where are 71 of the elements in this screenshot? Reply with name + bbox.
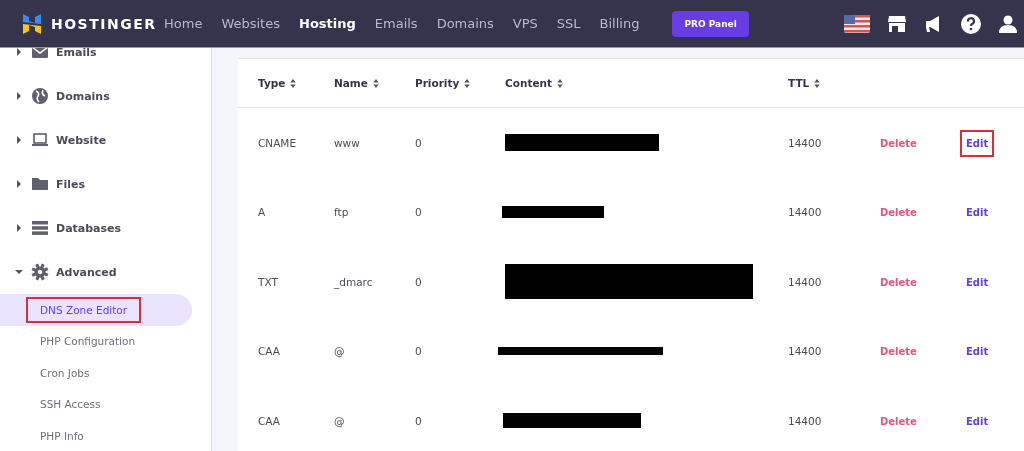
table-cell-text: @: [334, 414, 346, 427]
nav-link[interactable]: SSL: [556, 16, 581, 31]
brand-name: HOSTINGER: [51, 15, 158, 32]
sidebar-subitem[interactable]: Cron Jobs: [0, 357, 192, 389]
nav-link[interactable]: Emails: [374, 16, 418, 31]
table-cell-text: 0: [415, 206, 423, 219]
table-cell-text: CNAME: [258, 136, 298, 149]
sidebar-subitem[interactable]: DNS Zone Editor: [0, 294, 192, 326]
globe-icon: [31, 87, 49, 105]
gear-icon: [31, 263, 49, 281]
delete-link[interactable]: Delete: [880, 346, 917, 358]
nav-link[interactable]: Websites: [221, 16, 280, 31]
column-header[interactable]: TTL: [788, 77, 880, 89]
sidebar-item[interactable]: Databases: [0, 206, 211, 250]
column-header[interactable]: Name: [334, 77, 415, 89]
sidebar-item[interactable]: Advanced: [0, 250, 211, 294]
sidebar-item[interactable]: Website: [0, 118, 211, 162]
database-icon: [31, 219, 49, 237]
table-cell-text: 14400: [788, 345, 823, 358]
sidebar-subitem[interactable]: PHP Info: [0, 420, 192, 451]
sidebar-item[interactable]: Files: [0, 162, 211, 206]
sort-icon: [464, 78, 471, 88]
nav-link[interactable]: Domains: [436, 16, 494, 31]
column-header[interactable]: Type: [258, 77, 334, 89]
help-icon[interactable]: [961, 13, 981, 34]
edit-link[interactable]: Edit: [960, 407, 995, 435]
sidebar-item[interactable]: Emails: [0, 48, 211, 74]
user-icon[interactable]: [998, 13, 1018, 34]
sort-icon: [290, 78, 297, 88]
nav-link[interactable]: Home: [164, 16, 203, 31]
delete-link[interactable]: Delete: [880, 276, 917, 288]
sort-icon: [372, 78, 379, 88]
edit-link[interactable]: Edit: [960, 338, 995, 366]
table-cell-text: 0: [415, 136, 423, 149]
store-icon[interactable]: [887, 13, 907, 34]
table-cell-text: CAA: [258, 345, 281, 358]
table-cell-text: 14400: [788, 206, 823, 219]
sort-icon: [557, 78, 564, 88]
sort-icon: [814, 78, 821, 88]
nav-link[interactable]: VPS: [512, 16, 538, 31]
table-cell-text: 0: [415, 275, 423, 288]
nav-link[interactable]: Hosting: [299, 16, 356, 31]
nav-link[interactable]: Billing: [599, 16, 640, 31]
edit-link[interactable]: Edit: [960, 129, 995, 157]
table-cell-text: 0: [415, 414, 423, 427]
table-cell-text: CAA: [258, 414, 281, 427]
sidebar-subitem[interactable]: PHP Configuration: [0, 325, 192, 357]
sidebar-subitem[interactable]: SSH Access: [0, 388, 192, 420]
table-cell-text: _dmarc: [334, 275, 374, 288]
delete-link[interactable]: Delete: [880, 415, 917, 427]
table-cell-text: 14400: [788, 275, 823, 288]
table-cell-text: @: [334, 345, 346, 358]
table-cell-text: A: [258, 206, 267, 219]
edit-link[interactable]: Edit: [960, 199, 995, 227]
column-header[interactable]: Priority: [415, 77, 505, 89]
folder-icon: [31, 175, 49, 193]
table-cell-text: 14400: [788, 136, 823, 149]
laptop-icon: [31, 131, 49, 149]
flag-icon[interactable]: [844, 14, 870, 33]
edit-link[interactable]: Edit: [960, 268, 995, 296]
table-cell-text: ftp: [334, 206, 350, 219]
table-cell-text: www: [334, 136, 361, 149]
pro-panel-button[interactable]: PRO Panel: [672, 10, 749, 37]
delete-link[interactable]: Delete: [880, 137, 917, 149]
logo-icon: [22, 12, 42, 35]
delete-link[interactable]: Delete: [880, 207, 917, 219]
table-cell-text: 14400: [788, 414, 823, 427]
table-cell-text: 0: [415, 345, 423, 358]
column-header[interactable]: Content: [505, 77, 788, 89]
sidebar-item[interactable]: Domains: [0, 74, 211, 118]
table-cell-text: TXT: [258, 275, 279, 288]
